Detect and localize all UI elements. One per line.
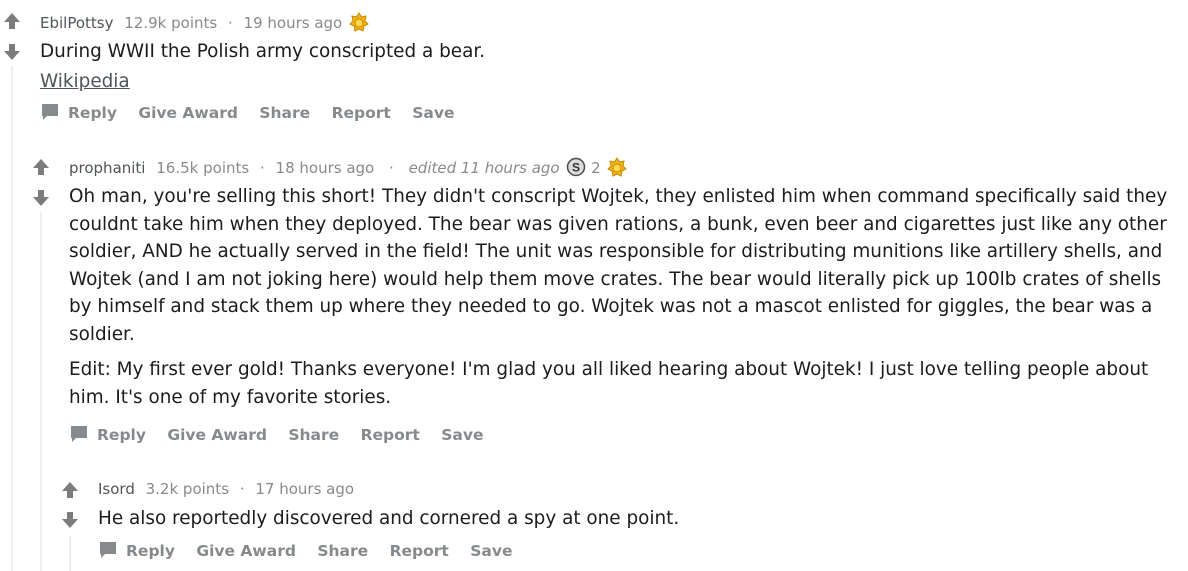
reply-label: Reply <box>126 542 175 560</box>
comment-edit-text: Edit: My first ever gold! Thanks everyon… <box>69 359 1149 408</box>
comment-meta: EbilPottsy 12.9k points · 19 hours ago <box>40 12 369 37</box>
save-button[interactable]: Save <box>470 542 512 560</box>
comment-body: During WWII the Polish army conscripted … <box>40 38 1170 103</box>
downvote-arrow-icon[interactable] <box>32 189 52 207</box>
share-button[interactable]: Share <box>259 104 310 122</box>
reply-button[interactable]: Reply <box>40 104 117 122</box>
give-award-button[interactable]: Give Award <box>138 104 238 122</box>
comment-body: He also reportedly discovered and corner… <box>98 505 1168 541</box>
comment-meta: prophaniti 16.5k points · 18 hours ago ·… <box>69 157 628 182</box>
timestamp[interactable]: 17 hours ago <box>255 480 354 498</box>
points: 3.2k points <box>145 480 230 498</box>
points: 16.5k points <box>156 159 250 177</box>
upvote-arrow-icon[interactable] <box>61 481 81 499</box>
reply-button[interactable]: Reply <box>98 542 175 560</box>
svg-text:S: S <box>572 161 580 175</box>
comment-bubble-icon <box>71 426 87 442</box>
comment-actions: Reply Give Award Share Report Save <box>98 541 528 561</box>
share-button[interactable]: Share <box>317 542 368 560</box>
author-name[interactable]: prophaniti <box>69 159 145 177</box>
share-button[interactable]: Share <box>288 426 339 444</box>
separator-dot: · <box>389 159 394 177</box>
downvote-arrow-icon[interactable] <box>61 511 81 529</box>
comment-bubble-icon <box>42 104 58 120</box>
reply-label: Reply <box>97 426 146 444</box>
silver-award-icon[interactable]: S <box>566 157 586 182</box>
report-button[interactable]: Report <box>361 426 420 444</box>
author-name[interactable]: EbilPottsy <box>40 14 113 32</box>
save-button[interactable]: Save <box>441 426 483 444</box>
gold-award-icon[interactable] <box>349 12 369 37</box>
wikipedia-link[interactable]: Wikipedia <box>40 71 130 92</box>
silver-award-count: 2 <box>591 159 601 177</box>
reply-label: Reply <box>68 104 117 122</box>
thread-line[interactable] <box>11 66 13 571</box>
comment-text: He also reportedly discovered and corner… <box>98 508 680 529</box>
comment-meta: Isord 3.2k points · 17 hours ago <box>98 479 354 499</box>
comment-bubble-icon <box>100 542 116 558</box>
comment-text: Oh man, you're selling this short! They … <box>69 186 1168 345</box>
reply-button[interactable]: Reply <box>69 426 146 444</box>
author-name[interactable]: Isord <box>98 480 135 498</box>
separator-dot: · <box>259 159 265 177</box>
separator-dot: · <box>239 480 245 498</box>
comment-actions: Reply Give Award Share Report Save <box>40 103 470 123</box>
comment-text: During WWII the Polish army conscripted … <box>40 41 486 62</box>
timestamp[interactable]: 18 hours ago <box>276 159 375 177</box>
thread-line[interactable] <box>40 212 42 571</box>
gold-award-icon[interactable] <box>607 157 628 182</box>
save-button[interactable]: Save <box>412 104 454 122</box>
thread-line[interactable] <box>69 536 71 571</box>
comment-body: Oh man, you're selling this short! They … <box>69 183 1169 419</box>
report-button[interactable]: Report <box>390 542 449 560</box>
downvote-arrow-icon[interactable] <box>3 43 23 61</box>
upvote-arrow-icon[interactable] <box>32 158 52 176</box>
points: 12.9k points <box>124 14 218 32</box>
edited-timestamp: edited 11 hours ago <box>408 159 560 177</box>
separator-dot: · <box>227 14 233 32</box>
give-award-button[interactable]: Give Award <box>196 542 296 560</box>
upvote-arrow-icon[interactable] <box>3 12 23 30</box>
timestamp[interactable]: 19 hours ago <box>244 14 343 32</box>
comment-actions: Reply Give Award Share Report Save <box>69 425 499 445</box>
report-button[interactable]: Report <box>332 104 391 122</box>
give-award-button[interactable]: Give Award <box>167 426 267 444</box>
